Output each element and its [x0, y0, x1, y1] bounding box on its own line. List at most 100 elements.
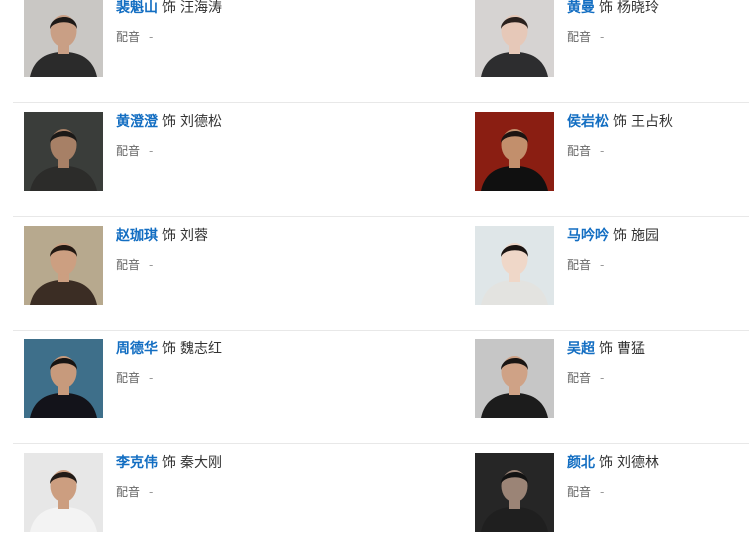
actor-photo[interactable] [24, 0, 103, 77]
dub-label: 配音 [567, 144, 592, 158]
actor-photo[interactable] [24, 112, 103, 191]
dub-label: 配音 [116, 371, 141, 385]
actor-name-link[interactable]: 黄曼 [567, 0, 595, 16]
actor-name-link[interactable]: 黄澄澄 [116, 114, 158, 130]
dub-label: 配音 [116, 258, 141, 272]
portrait-image [24, 112, 103, 191]
cast-card: 颜北饰刘德林 配音 - [475, 453, 749, 533]
as-separator: 饰 [599, 341, 613, 357]
cast-info: 裴魁山饰汪海涛 配音 - [116, 0, 222, 45]
portrait-image [24, 453, 103, 532]
dub-line: 配音 - [567, 370, 645, 386]
cast-info: 赵珈琪饰刘蓉 配音 - [116, 226, 208, 273]
actor-name-link[interactable]: 颜北 [567, 455, 595, 471]
role-name: 王占秋 [631, 114, 673, 130]
actor-name-link[interactable]: 赵珈琪 [116, 228, 158, 244]
role-name: 杨晓玲 [617, 0, 659, 16]
portrait-image [475, 226, 554, 305]
actor-name-link[interactable]: 侯岩松 [567, 114, 609, 130]
cast-card: 周德华饰魏志红 配音 - [24, 339, 324, 419]
dub-label: 配音 [116, 144, 141, 158]
cast-info: 颜北饰刘德林 配音 - [567, 453, 659, 500]
role-name: 刘蓉 [180, 228, 208, 244]
dub-value: - [149, 371, 154, 385]
as-separator: 饰 [613, 114, 627, 130]
as-separator: 饰 [599, 455, 613, 471]
as-separator: 饰 [162, 341, 176, 357]
as-separator: 饰 [162, 0, 176, 16]
dub-value: - [600, 258, 605, 272]
as-separator: 饰 [613, 228, 627, 244]
dub-line: 配音 - [567, 143, 673, 159]
actor-photo[interactable] [475, 226, 554, 305]
role-line: 赵珈琪饰刘蓉 [116, 226, 208, 246]
dub-label: 配音 [567, 258, 592, 272]
cast-card: 黄澄澄饰刘德松 配音 - [24, 112, 324, 192]
cast-card: 马吟吟饰施园 配音 - [475, 226, 749, 306]
dub-label: 配音 [567, 30, 592, 44]
dub-value: - [149, 144, 154, 158]
dub-line: 配音 - [567, 29, 659, 45]
as-separator: 饰 [162, 114, 176, 130]
cast-list: 裴魁山饰汪海涛 配音 - 黄曼饰杨晓玲 配音 - 黄澄澄饰刘德松 配音 - 侯岩松饰王… [0, 0, 749, 552]
dub-line: 配音 - [116, 370, 222, 386]
role-name: 魏志红 [180, 341, 222, 357]
dub-line: 配音 - [116, 484, 222, 500]
as-separator: 饰 [599, 0, 613, 16]
actor-photo[interactable] [475, 453, 554, 532]
actor-name-link[interactable]: 吴超 [567, 341, 595, 357]
portrait-image [24, 0, 103, 77]
role-line: 李克伟饰秦大刚 [116, 453, 222, 473]
as-separator: 饰 [162, 228, 176, 244]
cast-row: 黄澄澄饰刘德松 配音 - 侯岩松饰王占秋 配音 - [13, 104, 749, 217]
portrait-image [475, 339, 554, 418]
actor-photo[interactable] [24, 339, 103, 418]
portrait-image [24, 339, 103, 418]
actor-photo[interactable] [24, 226, 103, 305]
actor-name-link[interactable]: 周德华 [116, 341, 158, 357]
dub-line: 配音 - [116, 29, 222, 45]
cast-info: 黄曼饰杨晓玲 配音 - [567, 0, 659, 45]
cast-row: 裴魁山饰汪海涛 配音 - 黄曼饰杨晓玲 配音 - [13, 0, 749, 103]
cast-card: 李克伟饰秦大刚 配音 - [24, 453, 324, 533]
dub-value: - [600, 144, 605, 158]
portrait-image [475, 453, 554, 532]
role-name: 施园 [631, 228, 659, 244]
cast-card: 黄曼饰杨晓玲 配音 - [475, 0, 749, 78]
cast-card: 吴超饰曹猛 配音 - [475, 339, 749, 419]
role-name: 秦大刚 [180, 455, 222, 471]
as-separator: 饰 [162, 455, 176, 471]
actor-photo[interactable] [475, 0, 554, 77]
role-line: 颜北饰刘德林 [567, 453, 659, 473]
role-line: 侯岩松饰王占秋 [567, 112, 673, 132]
cast-info: 李克伟饰秦大刚 配音 - [116, 453, 222, 500]
actor-photo[interactable] [475, 339, 554, 418]
portrait-image [475, 0, 554, 77]
cast-row: 赵珈琪饰刘蓉 配音 - 马吟吟饰施园 配音 - [13, 218, 749, 331]
dub-line: 配音 - [116, 257, 208, 273]
cast-info: 马吟吟饰施园 配音 - [567, 226, 659, 273]
dub-value: - [600, 30, 605, 44]
actor-name-link[interactable]: 李克伟 [116, 455, 158, 471]
role-name: 曹猛 [617, 341, 645, 357]
dub-line: 配音 - [567, 257, 659, 273]
actor-name-link[interactable]: 马吟吟 [567, 228, 609, 244]
dub-value: - [149, 30, 154, 44]
dub-value: - [149, 258, 154, 272]
actor-name-link[interactable]: 裴魁山 [116, 0, 158, 16]
cast-card: 赵珈琪饰刘蓉 配音 - [24, 226, 324, 306]
role-name: 汪海涛 [180, 0, 222, 16]
role-line: 吴超饰曹猛 [567, 339, 645, 359]
cast-info: 黄澄澄饰刘德松 配音 - [116, 112, 222, 159]
actor-photo[interactable] [24, 453, 103, 532]
actor-photo[interactable] [475, 112, 554, 191]
cast-row: 李克伟饰秦大刚 配音 - 颜北饰刘德林 配音 - [13, 445, 749, 558]
cast-card: 侯岩松饰王占秋 配音 - [475, 112, 749, 192]
cast-info: 周德华饰魏志红 配音 - [116, 339, 222, 386]
dub-line: 配音 - [567, 484, 659, 500]
cast-info: 侯岩松饰王占秋 配音 - [567, 112, 673, 159]
portrait-image [475, 112, 554, 191]
role-name: 刘德林 [617, 455, 659, 471]
role-line: 裴魁山饰汪海涛 [116, 0, 222, 18]
cast-card: 裴魁山饰汪海涛 配音 - [24, 0, 324, 78]
